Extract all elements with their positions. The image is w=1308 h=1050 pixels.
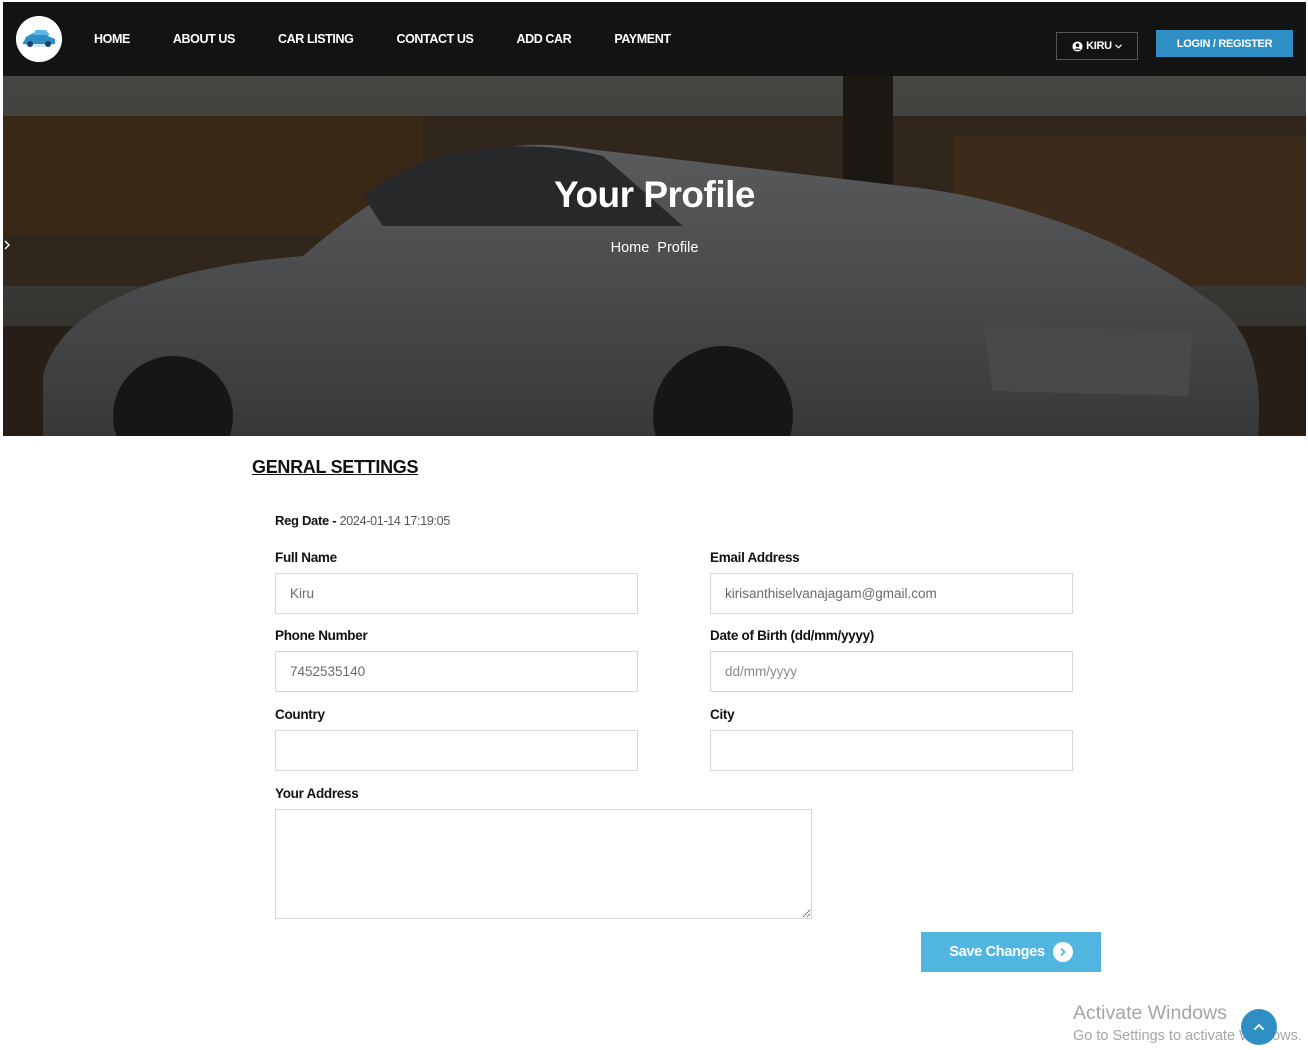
breadcrumb-home[interactable]: Home — [611, 240, 650, 256]
nav-payment[interactable]: PAYMENT — [614, 32, 671, 46]
country-label: Country — [275, 707, 325, 722]
breadcrumb: Home Profile — [3, 240, 1306, 256]
address-label: Your Address — [275, 786, 359, 801]
full-name-field[interactable] — [275, 573, 638, 614]
hero-overlay — [3, 76, 1306, 436]
arrow-right-icon — [1052, 942, 1073, 962]
dob-label: Date of Birth (dd/mm/yyyy) — [710, 628, 874, 643]
main-nav: HOME ABOUT US CAR LISTING CONTACT US ADD… — [94, 2, 714, 76]
chevron-up-icon — [1253, 1023, 1265, 1031]
section-title: GENRAL SETTINGS — [252, 457, 419, 477]
email-field[interactable] — [710, 573, 1073, 614]
country-field[interactable] — [275, 730, 638, 771]
email-label: Email Address — [710, 550, 800, 565]
page: HOME ABOUT US CAR LISTING CONTACT US ADD… — [3, 2, 1306, 1050]
save-changes-button[interactable]: Save Changes — [921, 932, 1101, 972]
nav-contact-us[interactable]: CONTACT US — [396, 32, 473, 46]
phone-field[interactable] — [275, 651, 638, 692]
login-register-button[interactable]: LOGIN / REGISTER — [1156, 30, 1293, 57]
full-name-label: Full Name — [275, 550, 337, 565]
user-menu-button[interactable]: KIRU — [1056, 32, 1138, 60]
page-title: Your Profile — [554, 174, 755, 215]
chevron-right-icon — [4, 240, 10, 250]
top-navbar: HOME ABOUT US CAR LISTING CONTACT US ADD… — [3, 2, 1306, 76]
reg-date-value: 2024-01-14 17:19:05 — [339, 514, 451, 528]
reg-date: Reg Date - 2024-01-14 17:19:05 — [275, 513, 450, 528]
city-label: City — [710, 707, 735, 722]
address-field[interactable] — [275, 809, 812, 919]
user-circle-icon — [1072, 40, 1083, 52]
dob-field[interactable] — [710, 651, 1073, 692]
user-name: KIRU — [1086, 40, 1112, 52]
nav-add-car[interactable]: ADD CAR — [516, 32, 571, 46]
nav-about-us[interactable]: ABOUT US — [173, 32, 235, 46]
chevron-down-icon — [1114, 43, 1122, 49]
car-logo-icon[interactable] — [16, 16, 62, 62]
scroll-to-top-button[interactable] — [1241, 1009, 1277, 1045]
hero-banner: Your Profile Home Profile — [3, 76, 1306, 436]
save-button-label: Save Changes — [949, 944, 1045, 960]
nav-home[interactable]: HOME — [94, 32, 130, 46]
phone-label: Phone Number — [275, 628, 368, 643]
reg-date-label: Reg Date - — [275, 513, 337, 528]
breadcrumb-current: Profile — [657, 240, 699, 256]
city-field[interactable] — [710, 730, 1073, 771]
nav-car-listing[interactable]: CAR LISTING — [278, 32, 354, 46]
